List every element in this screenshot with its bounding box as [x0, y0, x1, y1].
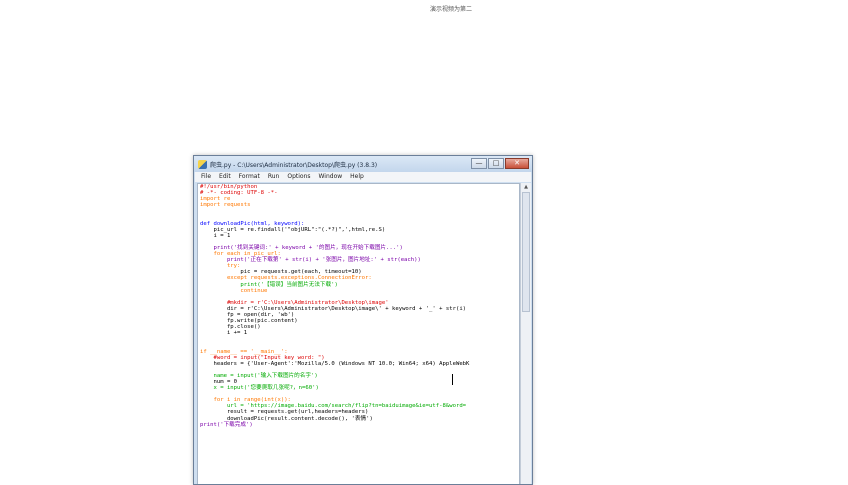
- scroll-up-arrow-icon[interactable]: ▲: [521, 183, 531, 191]
- menu-options[interactable]: Options: [287, 172, 310, 182]
- menu-run[interactable]: Run: [268, 172, 280, 182]
- code-line: print('下载完成'): [200, 421, 253, 428]
- menu-bar: File Edit Format Run Options Window Help: [195, 172, 531, 182]
- idle-editor-window: 爬虫.py - C:\Users\Administrator\Desktop\爬…: [193, 155, 533, 485]
- menu-file[interactable]: File: [201, 172, 211, 182]
- close-button[interactable]: ✕: [505, 158, 529, 169]
- menu-format[interactable]: Format: [239, 172, 260, 182]
- window-title: 爬虫.py - C:\Users\Administrator\Desktop\爬…: [210, 161, 378, 169]
- menu-window[interactable]: Window: [319, 172, 343, 182]
- maximize-button[interactable]: □: [488, 158, 504, 169]
- menu-help[interactable]: Help: [350, 172, 364, 182]
- window-controls: — □ ✕: [471, 158, 529, 169]
- code-editor[interactable]: #!/usr/bin/python # -*- coding: UTF-8 -*-…: [197, 183, 520, 484]
- top-caption: 演示视频为第二: [430, 6, 473, 13]
- scrollbar-thumb[interactable]: [522, 192, 530, 312]
- minimize-button[interactable]: —: [471, 158, 487, 169]
- python-file-icon: [198, 159, 207, 169]
- title-bar[interactable]: 爬虫.py - C:\Users\Administrator\Desktop\爬…: [194, 156, 532, 172]
- vertical-scrollbar[interactable]: ▲: [520, 183, 531, 484]
- menu-edit[interactable]: Edit: [219, 172, 231, 182]
- text-cursor: [452, 374, 453, 385]
